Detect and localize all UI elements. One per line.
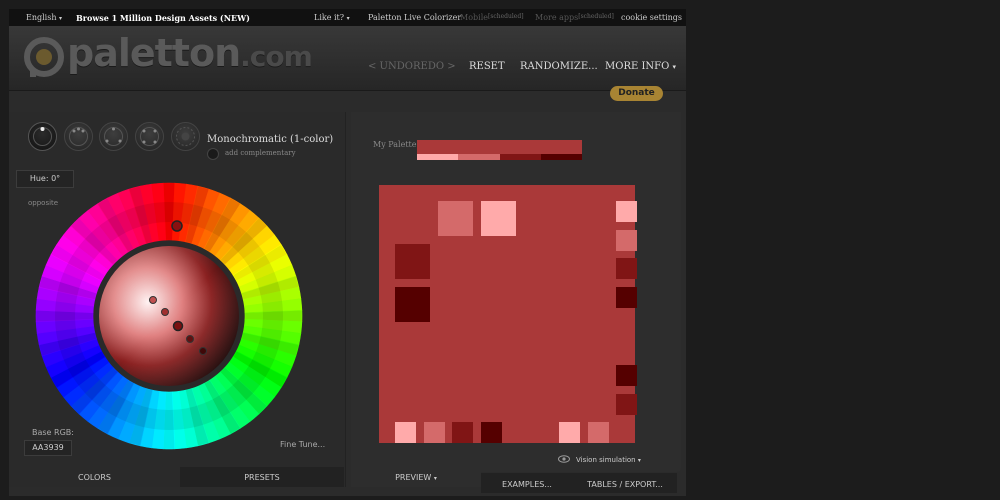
- preview-swatch[interactable]: [395, 287, 430, 322]
- language-select[interactable]: English ▾: [26, 13, 62, 22]
- like-it-menu[interactable]: Like it? ▾: [314, 13, 350, 22]
- scheduled-tag: [scheduled]: [578, 13, 614, 20]
- triad-scheme-icon: [104, 127, 123, 146]
- preview-swatch[interactable]: [395, 422, 416, 443]
- tetrad-scheme-icon: [140, 127, 159, 146]
- hue-handle[interactable]: [171, 220, 183, 232]
- preview-swatch[interactable]: [438, 201, 473, 236]
- shade-dot[interactable]: [161, 308, 169, 316]
- chevron-down-icon: ▾: [672, 63, 676, 71]
- scheme-tetrad-button[interactable]: [135, 122, 164, 151]
- tab-colors[interactable]: COLORS: [9, 467, 180, 487]
- add-complementary-toggle[interactable]: [207, 148, 219, 160]
- more-info-menu[interactable]: MORE INFO ▾: [605, 61, 676, 72]
- scheduled-tag: [scheduled]: [487, 13, 524, 20]
- scheme-adjacent-button[interactable]: [64, 122, 93, 151]
- preview-swatch[interactable]: [616, 287, 637, 308]
- my-palette-label: My Palette: [373, 140, 417, 149]
- browse-assets-link[interactable]: Browse 1 Million Design Assets (NEW): [76, 13, 250, 23]
- paletton-logo-icon: [24, 37, 64, 77]
- base-rgb-input[interactable]: AA3939: [24, 440, 72, 456]
- preview-swatch[interactable]: [616, 258, 637, 279]
- chevron-down-icon: ▾: [346, 15, 350, 22]
- tab-preview[interactable]: PREVIEW ▾: [351, 467, 481, 487]
- preview-swatch[interactable]: [452, 422, 473, 443]
- free-scheme-icon: [176, 127, 195, 146]
- scheme-title: Monochromatic (1-color): [207, 134, 334, 145]
- scheme-mono-button[interactable]: [28, 122, 57, 151]
- fine-tune-link[interactable]: Fine Tune...: [280, 440, 325, 449]
- preview-swatch[interactable]: [424, 422, 445, 443]
- preview-swatch[interactable]: [616, 201, 637, 222]
- palette-shade-1[interactable]: [417, 154, 458, 160]
- preview-swatch[interactable]: [616, 394, 637, 415]
- cookie-settings-link[interactable]: cookie settings: [621, 13, 682, 22]
- tab-tables-export[interactable]: TABLES / EXPORT...: [573, 473, 677, 493]
- vision-simulation-menu[interactable]: Vision simulation ▾: [576, 456, 641, 464]
- preview-swatch[interactable]: [616, 365, 637, 386]
- tab-presets[interactable]: PRESETS: [180, 467, 344, 487]
- eye-icon[interactable]: [558, 455, 570, 463]
- add-complementary-label[interactable]: add complementary: [225, 149, 296, 157]
- palette-shade-2[interactable]: [458, 154, 500, 160]
- palette-base-swatch[interactable]: [417, 140, 582, 154]
- preview-swatch[interactable]: [481, 422, 502, 443]
- adjacent-scheme-icon: [69, 127, 88, 146]
- preview-swatch[interactable]: [395, 244, 430, 279]
- color-wheel[interactable]: [34, 181, 304, 451]
- chevron-down-icon: ▾: [637, 457, 641, 464]
- palette-shade-4[interactable]: [541, 154, 582, 160]
- base-shade-handle[interactable]: [172, 320, 184, 332]
- shade-dot[interactable]: [186, 335, 194, 343]
- shade-dot[interactable]: [199, 347, 207, 355]
- donate-button[interactable]: Donate: [610, 86, 663, 101]
- preview-swatch[interactable]: [559, 422, 580, 443]
- logo-text: paletton.com: [67, 31, 313, 75]
- top-bar: English ▾ Browse 1 Million Design Assets…: [9, 9, 686, 26]
- chevron-down-icon: ▾: [433, 475, 437, 482]
- header: paletton.com < UNDO REDO > RESET RANDOMI…: [9, 26, 686, 91]
- shade-dot[interactable]: [149, 296, 157, 304]
- preview-canvas: [379, 185, 637, 443]
- mono-scheme-icon: [33, 127, 52, 146]
- palette-shade-3[interactable]: [500, 154, 541, 160]
- randomize-button[interactable]: RANDOMIZE...: [520, 61, 598, 72]
- reset-button[interactable]: RESET: [469, 61, 505, 72]
- preview-swatch[interactable]: [481, 201, 516, 236]
- tab-examples[interactable]: EXAMPLES...: [481, 473, 573, 493]
- redo-button[interactable]: REDO >: [413, 61, 456, 72]
- more-apps-link[interactable]: More apps[scheduled]: [535, 13, 614, 22]
- scheme-triad-button[interactable]: [99, 122, 128, 151]
- undo-button[interactable]: < UNDO: [368, 61, 413, 72]
- base-rgb-label: Base RGB:: [32, 428, 74, 437]
- live-colorizer-link[interactable]: Paletton Live Colorizer: [368, 13, 461, 22]
- chevron-down-icon: ▾: [59, 15, 63, 22]
- mobile-link[interactable]: Mobile[scheduled]: [460, 13, 524, 22]
- scheme-free-button[interactable]: [171, 122, 200, 151]
- my-palette[interactable]: [417, 132, 582, 160]
- preview-swatch[interactable]: [616, 230, 637, 251]
- preview-swatch[interactable]: [588, 422, 609, 443]
- shade-overlay: [99, 246, 239, 386]
